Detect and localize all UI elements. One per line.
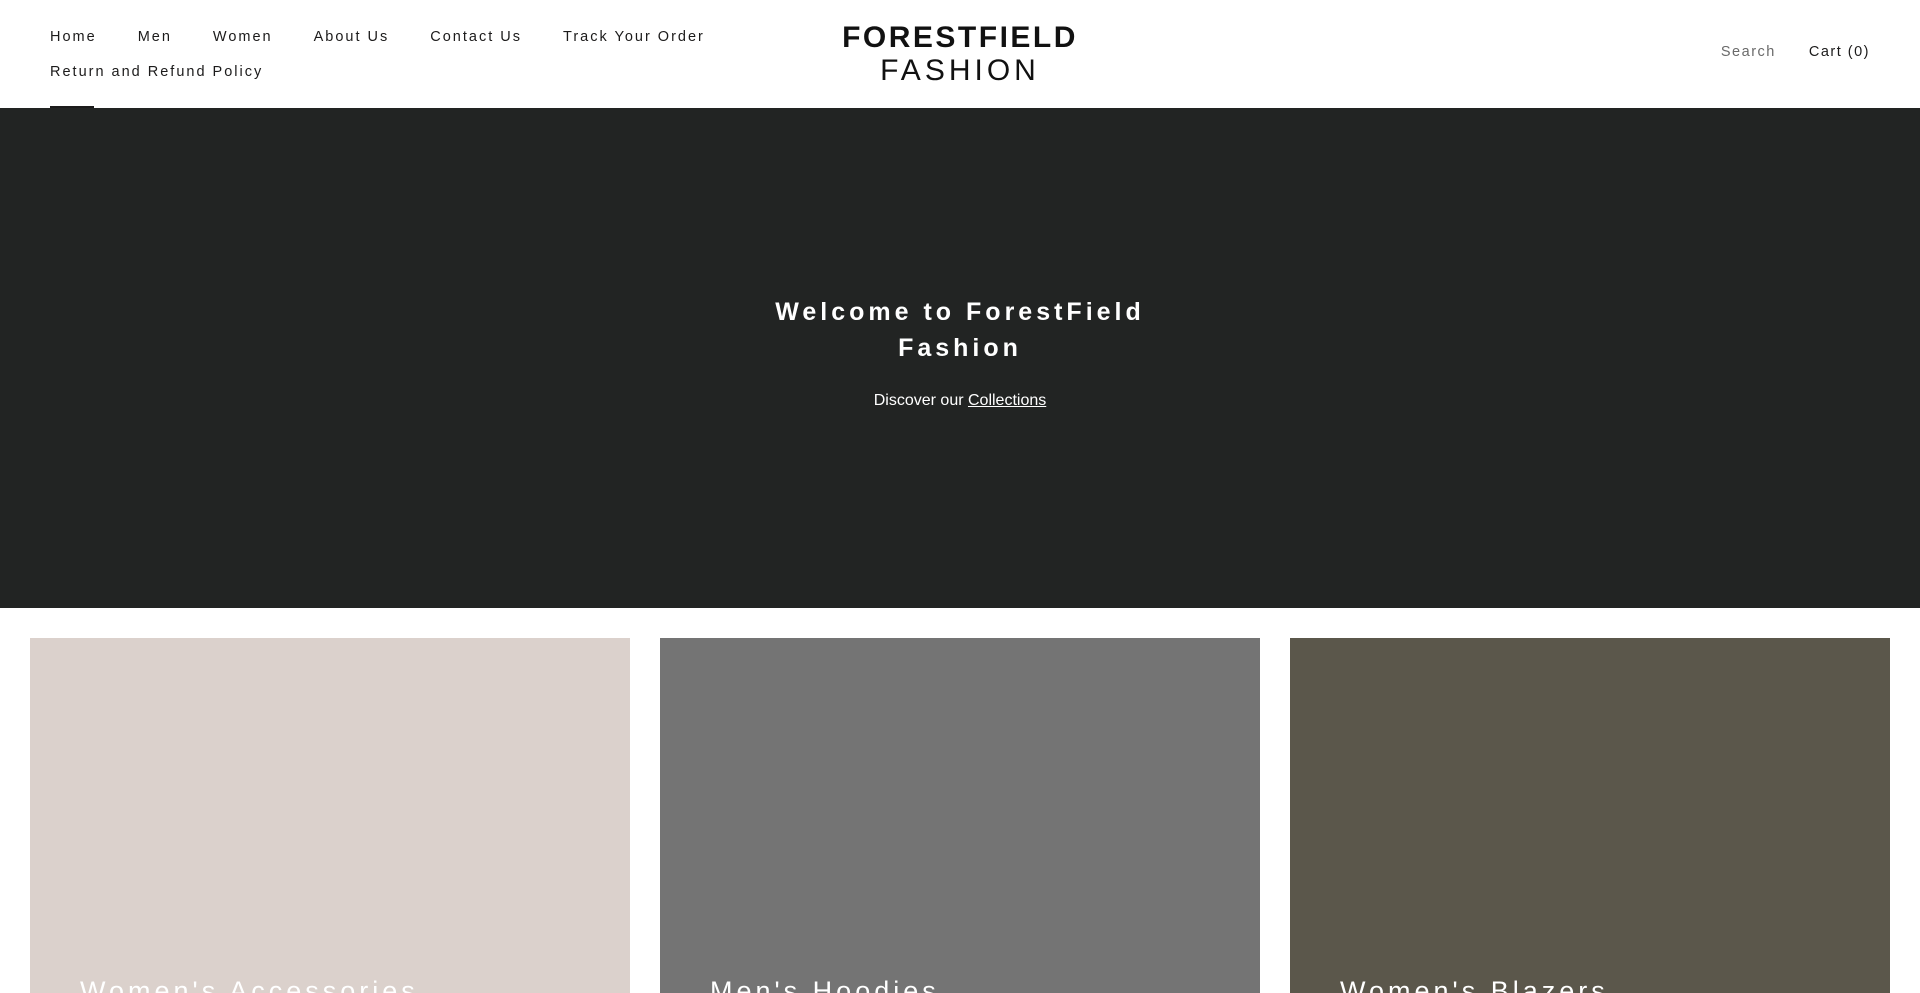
site-logo[interactable]: FORESTFIELD FASHION — [840, 22, 1080, 88]
main-nav: Home Men Women About Us Contact Us Track… — [50, 26, 790, 96]
search-link[interactable]: Search — [1721, 44, 1776, 60]
collection-tile-womens-blazers[interactable]: Women's Blazers — [1290, 638, 1890, 993]
nav-home[interactable]: Home — [50, 26, 97, 61]
cart-link[interactable]: Cart (0) — [1809, 44, 1870, 60]
collection-tile-womens-accessories[interactable]: Women's Accessories — [30, 638, 630, 993]
collections-link[interactable]: Collections — [968, 392, 1046, 409]
hero-subtitle: Discover our Collections — [760, 392, 1160, 410]
hero-subtitle-prefix: Discover our — [873, 392, 968, 409]
collection-tile-label: Women's Blazers — [1340, 976, 1609, 993]
collection-tile-label: Men's Hoodies — [710, 976, 940, 993]
nav-about-us[interactable]: About Us — [314, 26, 390, 61]
hero-title-line-2: Fashion — [898, 334, 1022, 362]
nav-return-refund-policy[interactable]: Return and Refund Policy — [50, 61, 263, 96]
site-header: Home Men Women About Us Contact Us Track… — [0, 0, 1920, 108]
logo-line-1: FORESTFIELD — [842, 21, 1078, 54]
collection-tile-mens-hoodies[interactable]: Men's Hoodies — [660, 638, 1260, 993]
nav-women[interactable]: Women — [213, 26, 273, 61]
nav-track-your-order[interactable]: Track Your Order — [563, 26, 705, 61]
logo-line-2: FASHION — [880, 54, 1040, 87]
nav-men[interactable]: Men — [138, 26, 172, 61]
hero-title: Welcome to ForestField Fashion — [760, 294, 1160, 366]
collection-tile-label: Women's Accessories — [80, 976, 419, 993]
header-actions: Search Cart (0) — [1721, 44, 1870, 60]
hero-banner: Welcome to ForestField Fashion Discover … — [0, 108, 1920, 608]
nav-contact-us[interactable]: Contact Us — [430, 26, 522, 61]
hero-title-line-1: Welcome to ForestField — [775, 298, 1145, 326]
